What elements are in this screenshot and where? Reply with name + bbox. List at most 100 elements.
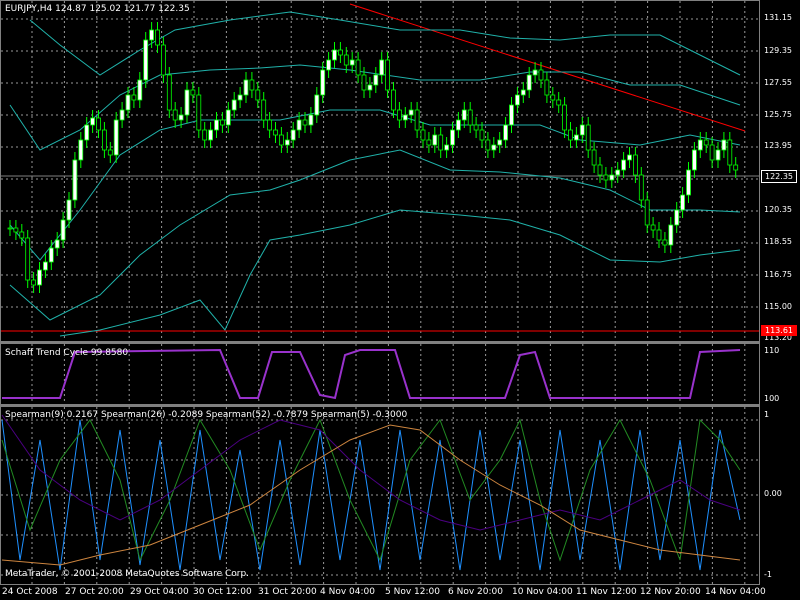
candle-body <box>438 134 444 151</box>
price-scale-tick: 129.35 <box>764 46 792 55</box>
candle-body <box>113 119 119 156</box>
candle-body <box>332 49 337 61</box>
subwindow-divider-2[interactable] <box>0 405 760 406</box>
candle-body <box>574 134 579 141</box>
chart-window[interactable]: EURJPY,H4 124.87 125.02 121.77 122.35 Sc… <box>0 0 800 600</box>
candle-body <box>326 59 332 71</box>
price-scale-tick: 125.75 <box>764 110 792 119</box>
candle-body <box>78 139 84 161</box>
candle-body <box>107 149 113 156</box>
candle-body <box>66 199 72 221</box>
candle-body <box>96 117 101 131</box>
candle-body <box>503 124 509 141</box>
candle-body <box>715 149 721 161</box>
candle-body <box>267 119 273 131</box>
candle-body <box>7 227 13 230</box>
candle-body <box>467 109 473 126</box>
candle-body <box>37 269 42 286</box>
candle-body <box>709 144 715 161</box>
candle-body <box>444 144 450 151</box>
bollinger-band <box>9 109 741 261</box>
support-line-label: 113.61 <box>761 325 797 336</box>
price-scale-tick: 123.95 <box>764 141 792 150</box>
candle-body <box>25 237 31 281</box>
spearman-scale-top: 1 <box>764 410 770 419</box>
candle-body <box>149 29 155 41</box>
candle-body <box>48 247 54 263</box>
candle-body <box>733 164 739 171</box>
candle-body <box>308 114 314 126</box>
candle-body <box>461 109 467 121</box>
time-axis-label: 24 Oct 2008 <box>2 587 58 597</box>
chart-canvas[interactable] <box>0 0 800 600</box>
candle-body <box>562 104 567 131</box>
candle-body <box>31 279 37 286</box>
copyright-text: MetaTrader, © 2001-2008 MetaQuotes Softw… <box>5 569 250 579</box>
candle-body <box>727 139 733 166</box>
candle-body <box>408 109 414 116</box>
candle-body <box>621 159 626 171</box>
candle-body <box>43 261 48 271</box>
time-axis-label: 31 Oct 20:00 <box>258 587 317 597</box>
candle-body <box>650 224 656 231</box>
candle-body <box>532 69 538 76</box>
candle-body <box>526 74 532 91</box>
candle-body <box>349 59 355 66</box>
candle-body <box>237 94 243 101</box>
candle-body <box>166 74 172 111</box>
candle-body <box>638 174 644 201</box>
bollinger-band <box>29 11 741 76</box>
chart-header: EURJPY,H4 124.87 125.02 121.77 122.35 <box>5 4 190 14</box>
candle-body <box>633 154 638 176</box>
candle-body <box>585 124 591 151</box>
candle-body <box>355 59 361 76</box>
candle-body <box>367 84 373 91</box>
candle-body <box>544 79 550 96</box>
candle-body <box>692 149 697 171</box>
candle-body <box>615 169 621 176</box>
candle-body <box>172 109 178 121</box>
candle-body <box>591 149 597 166</box>
price-scale-tick: 127.55 <box>764 78 792 87</box>
candle-body <box>485 139 491 151</box>
candle-body <box>155 29 160 46</box>
candle-body <box>302 119 308 126</box>
candle-body <box>450 129 455 146</box>
candle-body <box>143 39 149 81</box>
candle-body <box>668 224 674 246</box>
candle-body <box>137 79 143 101</box>
candle-body <box>178 114 184 121</box>
candle-body <box>603 174 609 181</box>
time-axis-label: 27 Oct 20:00 <box>65 587 124 597</box>
candle-body <box>320 69 326 96</box>
candle-body <box>119 109 125 121</box>
candle-body <box>515 94 520 106</box>
candle-body <box>414 109 420 131</box>
candle-body <box>721 139 727 151</box>
price-scale-tick: 120.35 <box>764 205 792 214</box>
candle-body <box>538 69 544 81</box>
subwindow-divider-1[interactable] <box>0 342 760 343</box>
candle-body <box>703 139 709 146</box>
main-panel-border <box>0 0 760 342</box>
spearman-label: Spearman(9) 0.2167 Spearman(26) -0.2089 … <box>5 410 408 420</box>
spearman-26-line <box>1 418 741 562</box>
candle-body <box>196 94 202 131</box>
time-axis-label: 10 Nov 04:00 <box>512 587 573 597</box>
candle-body <box>337 49 343 56</box>
candle-body <box>273 129 278 136</box>
candle-body <box>379 59 385 76</box>
spearman-panel-border <box>0 406 760 585</box>
candle-body <box>644 199 650 226</box>
candle-body <box>674 209 680 226</box>
time-axis-label: 14 Nov 04:00 <box>705 587 766 597</box>
candle-body <box>19 231 25 239</box>
schaff-label: Schaff Trend Cycle 99.8580 <box>5 348 129 358</box>
candle-body <box>391 89 396 111</box>
candle-body <box>125 94 131 111</box>
candle-body <box>550 94 556 101</box>
candle-body <box>54 239 60 249</box>
price-scale-tick: 131.15 <box>764 13 792 22</box>
candle-body <box>455 119 461 131</box>
candle-body <box>284 139 290 146</box>
